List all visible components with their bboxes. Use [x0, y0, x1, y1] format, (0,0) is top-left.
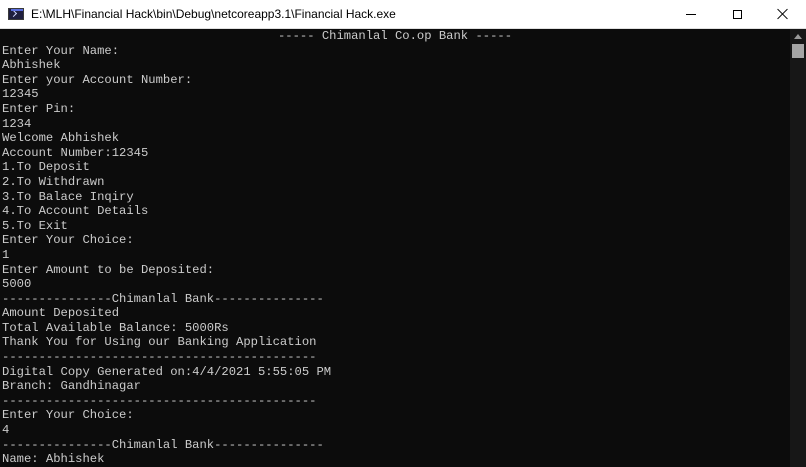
console-line: Enter Amount to be Deposited: — [2, 262, 215, 277]
console-line: Enter your Account Number: — [2, 72, 193, 87]
title-bar[interactable]: E:\MLH\Financial Hack\bin\Debug\netcorea… — [0, 0, 806, 29]
console-window: E:\MLH\Financial Hack\bin\Debug\netcorea… — [0, 0, 806, 467]
console-line: ---------------Chimanlal Bank-----------… — [2, 437, 324, 452]
minimize-button[interactable] — [668, 0, 714, 29]
console-line: Branch: Gandhinagar — [2, 379, 141, 394]
console-line: Enter Your Name: — [2, 43, 120, 58]
console-line: Welcome Abhishek — [2, 131, 120, 146]
console-text: ----- Chimanlal Co.op Bank ----- Enter Y… — [2, 29, 788, 467]
console-line: 3.To Balace Inqiry — [2, 189, 134, 204]
console-line: ----------------------------------------… — [2, 350, 317, 365]
console-line: Enter Your Choice: — [2, 233, 134, 248]
minimize-icon — [686, 13, 696, 15]
console-line: Account Number:12345 — [2, 145, 149, 160]
scrollbar-thumb[interactable] — [792, 44, 804, 58]
console-line: Digital Copy Generated on:4/4/2021 5:55:… — [2, 364, 332, 379]
console-line: Enter Pin: — [2, 101, 76, 116]
console-output[interactable]: ----- Chimanlal Co.op Bank ----- Enter Y… — [0, 29, 790, 467]
console-line: Name: Abhishek — [2, 452, 105, 467]
console-header: ----- Chimanlal Co.op Bank ----- — [277, 29, 513, 43]
console-line: 2.To Withdrawn — [2, 174, 105, 189]
console-app-icon[interactable] — [8, 8, 24, 20]
maximize-button[interactable] — [714, 0, 760, 29]
vertical-scrollbar[interactable] — [790, 29, 806, 467]
console-line: ---------------Chimanlal Bank-----------… — [2, 291, 324, 306]
console-line: Total Available Balance: 5000Rs — [2, 320, 229, 335]
console-line: 12345 — [2, 87, 39, 102]
console-line: 1234 — [2, 116, 32, 131]
close-icon — [777, 8, 789, 20]
scroll-up-button[interactable] — [790, 29, 806, 43]
maximize-icon — [732, 9, 742, 19]
window-controls — [668, 0, 806, 29]
console-line: ----------------------------------------… — [2, 393, 317, 408]
console-line: 4 — [2, 423, 10, 438]
close-button[interactable] — [760, 0, 806, 29]
console-line: 1.To Deposit — [2, 160, 90, 175]
console-line: Enter Your Choice: — [2, 408, 134, 423]
console-line: 5.To Exit — [2, 218, 68, 233]
arrow-up-icon — [794, 33, 802, 39]
console-line: 1 — [2, 247, 10, 262]
console-line: Amount Deposited — [2, 306, 120, 321]
console-line: Abhishek — [2, 58, 61, 73]
window-title: E:\MLH\Financial Hack\bin\Debug\netcorea… — [31, 7, 396, 21]
console-line: Thank You for Using our Banking Applicat… — [2, 335, 317, 350]
console-line: 4.To Account Details — [2, 204, 149, 219]
console-line: 5000 — [2, 277, 32, 292]
